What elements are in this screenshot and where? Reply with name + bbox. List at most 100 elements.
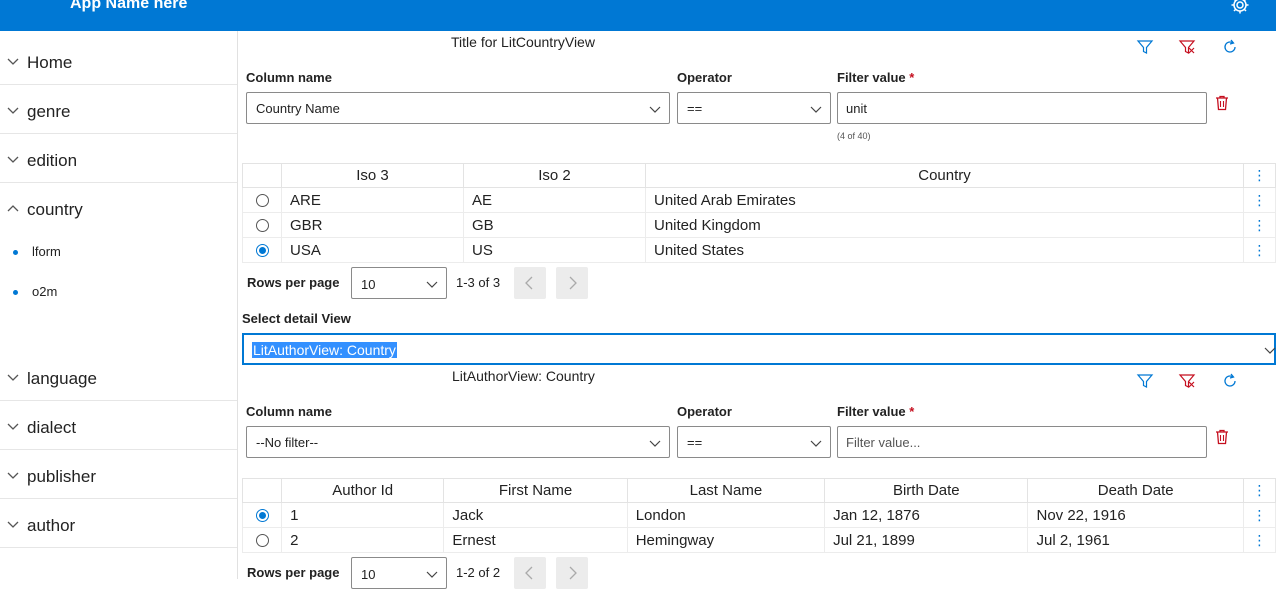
- chevron-left-icon: [525, 276, 533, 290]
- column-header[interactable]: Last Name: [626, 478, 826, 503]
- column-header[interactable]: Birth Date: [824, 478, 1029, 503]
- column-name-label: Column name: [246, 404, 332, 419]
- table-cell: Hemingway: [626, 527, 826, 553]
- column-header[interactable]: Iso 3: [281, 163, 464, 188]
- table-cell: 1: [281, 502, 445, 528]
- column-header[interactable]: Author Id: [281, 478, 445, 503]
- operator-label: Operator: [677, 404, 732, 419]
- sidebar-item-genre[interactable]: genre: [0, 85, 237, 134]
- row-menu-icon[interactable]: ⋮: [1243, 237, 1276, 263]
- operator-select[interactable]: ==: [677, 92, 831, 124]
- table-cell: United Kingdom: [645, 212, 1244, 238]
- filter-icon[interactable]: [1136, 372, 1154, 390]
- required-mark: *: [909, 404, 915, 419]
- sidebar-subitem-label: o2m: [32, 284, 58, 299]
- table-cell: 2: [281, 527, 445, 553]
- rows-per-page-select[interactable]: 10: [351, 267, 447, 299]
- author-view-title: LitAuthorView: Country: [452, 368, 595, 384]
- row-radio-selected[interactable]: [255, 509, 269, 523]
- refresh-icon[interactable]: [1221, 372, 1239, 390]
- trash-icon[interactable]: [1215, 429, 1229, 445]
- table-row[interactable]: GBR GB United Kingdom ⋮: [242, 212, 1276, 238]
- table-row[interactable]: USA US United States ⋮: [242, 237, 1276, 263]
- select-column-header: [241, 478, 283, 503]
- column-name-value: Country Name: [256, 101, 340, 116]
- previous-page-button[interactable]: [514, 267, 546, 299]
- select-column-header: [242, 163, 282, 188]
- sidebar-item-language[interactable]: language: [0, 352, 237, 401]
- operator-value: ==: [687, 435, 703, 450]
- table-cell: Jul 2, 1961: [1027, 527, 1244, 553]
- chevron-down-icon: [7, 374, 19, 381]
- chevron-down-icon: [810, 106, 822, 113]
- sidebar-item-edition[interactable]: edition: [0, 134, 237, 183]
- column-menu-icon[interactable]: ⋮: [1242, 478, 1276, 503]
- column-name-select[interactable]: Country Name: [246, 92, 670, 124]
- row-radio[interactable]: [255, 194, 269, 208]
- row-select-cell: [242, 237, 282, 263]
- detail-view-select[interactable]: LitAuthorView: Country: [242, 333, 1276, 365]
- sidebar-item-country[interactable]: country: [0, 183, 237, 232]
- row-radio[interactable]: [255, 219, 269, 233]
- row-menu-icon[interactable]: ⋮: [1242, 502, 1276, 528]
- chevron-down-icon: [1264, 347, 1276, 354]
- operator-value: ==: [687, 101, 703, 116]
- row-menu-icon[interactable]: ⋮: [1242, 527, 1276, 553]
- table-cell: AE: [463, 187, 646, 213]
- chevron-left-icon: [525, 566, 533, 580]
- row-radio[interactable]: [255, 534, 269, 548]
- trash-icon[interactable]: [1215, 95, 1229, 111]
- row-select-cell: [242, 187, 282, 213]
- refresh-icon[interactable]: [1221, 38, 1239, 56]
- bullet-icon: [13, 250, 18, 255]
- column-menu-icon[interactable]: ⋮: [1243, 163, 1276, 188]
- sidebar-item-label: country: [27, 200, 83, 219]
- table-cell: London: [626, 502, 826, 528]
- column-header[interactable]: Country: [645, 163, 1244, 188]
- rows-per-page-select[interactable]: 10: [351, 557, 447, 589]
- table-row[interactable]: 1 Jack London Jan 12, 1876 Nov 22, 1916 …: [241, 502, 1276, 528]
- column-header[interactable]: First Name: [443, 478, 628, 503]
- previous-page-button[interactable]: [514, 557, 546, 589]
- table-cell: ARE: [281, 187, 464, 213]
- sidebar-item-dialect[interactable]: dialect: [0, 401, 237, 450]
- filter-value-label: Filter value *: [837, 70, 915, 85]
- filter-value-input[interactable]: [837, 426, 1207, 458]
- chevron-down-icon: [426, 571, 438, 578]
- row-menu-icon[interactable]: ⋮: [1243, 187, 1276, 213]
- chevron-down-icon: [7, 156, 19, 163]
- column-name-label: Column name: [246, 70, 332, 85]
- column-header[interactable]: Iso 2: [463, 163, 646, 188]
- filter-icon[interactable]: [1136, 38, 1154, 56]
- sidebar-item-label: publisher: [27, 467, 96, 486]
- sidebar-item-label: genre: [27, 102, 71, 121]
- sidebar-item-publisher[interactable]: publisher: [0, 450, 237, 499]
- next-page-button[interactable]: [556, 267, 588, 299]
- filter-value-label: Filter value *: [837, 404, 915, 419]
- table-row[interactable]: 2 Ernest Hemingway Jul 21, 1899 Jul 2, 1…: [241, 527, 1276, 553]
- sidebar-subitem-lform[interactable]: lform: [0, 238, 237, 268]
- sidebar-item-label: author: [27, 516, 76, 535]
- row-menu-icon[interactable]: ⋮: [1243, 212, 1276, 238]
- chevron-down-icon: [7, 423, 19, 430]
- table-header-row: Iso 3 Iso 2 Country ⋮: [242, 163, 1276, 188]
- chevron-down-icon: [7, 58, 19, 65]
- sidebar-item-home[interactable]: Home: [0, 36, 237, 85]
- sidebar-item-author[interactable]: author: [0, 499, 237, 548]
- column-name-select[interactable]: --No filter--: [246, 426, 670, 458]
- filter-value-input[interactable]: [837, 92, 1207, 124]
- table-header-row: Author Id First Name Last Name Birth Dat…: [241, 478, 1276, 503]
- table-row[interactable]: ARE AE United Arab Emirates ⋮: [242, 187, 1276, 213]
- clear-filter-icon[interactable]: [1178, 38, 1196, 56]
- clear-filter-icon[interactable]: [1178, 372, 1196, 390]
- column-header[interactable]: Death Date: [1027, 478, 1244, 503]
- row-radio-selected[interactable]: [255, 244, 269, 258]
- sidebar-subitem-o2m[interactable]: o2m: [0, 278, 237, 308]
- table-cell: United Arab Emirates: [645, 187, 1244, 213]
- operator-select[interactable]: ==: [677, 426, 831, 458]
- next-page-button[interactable]: [556, 557, 588, 589]
- gear-icon[interactable]: [1230, 0, 1250, 15]
- match-count-hint: (4 of 40): [837, 131, 871, 141]
- row-select-cell: [242, 212, 282, 238]
- rows-per-page-label: Rows per page: [247, 565, 340, 580]
